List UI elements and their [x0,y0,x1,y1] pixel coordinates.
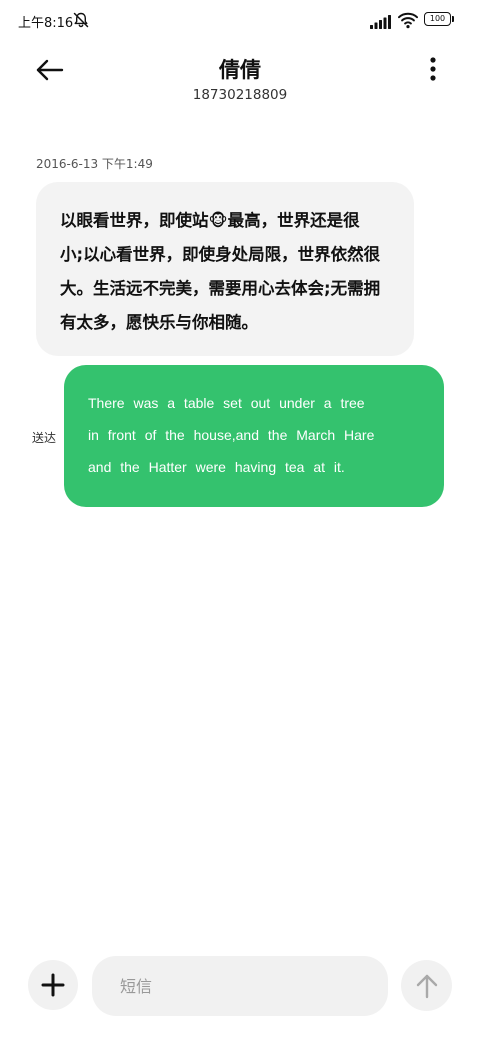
received-message-line: 小;以心看世界，即使身处局限，世界依然很 [60,245,381,264]
sent-message-line: in front of the house,and the March Hare [88,427,375,443]
contact-name: 倩倩 [219,58,261,82]
received-message-line: 有太多，愿快乐与你相随。 [60,313,258,332]
battery-tip [452,16,454,22]
sent-message-line: There was a table set out under a tree [88,395,365,411]
sent-message-bubble[interactable]: There was a table set out under a tree i… [64,365,444,507]
status-bar: 上午8:16 100 [0,0,480,40]
battery-icon: 100 [424,12,456,28]
received-message-bubble[interactable]: 以眼看世界，即使站🐵最高，世界还是很 小;以心看世界，即使身处局限，世界依然很 … [36,182,414,356]
mute-icon [72,11,90,29]
delivery-status: 送达 [32,431,57,445]
contact-phone-number: 18730218809 [192,87,288,103]
wifi-icon [398,11,418,29]
message-timestamp: 2016-6-13 下午1:49 [36,157,153,171]
send-button[interactable] [401,960,452,1011]
sent-message-line: and the Hatter were having tea at it. [88,459,345,475]
received-message-line: 以眼看世界，即使站🐵最高，世界还是很 [60,211,360,230]
message-input[interactable] [92,956,388,1016]
more-options-button[interactable] [418,52,448,86]
plus-icon [41,973,65,997]
add-attachment-button[interactable] [28,960,78,1010]
arrow-up-icon [416,974,437,998]
battery-level: 100 [424,12,451,26]
message-input-container[interactable] [92,956,388,1016]
received-message-line: 大。生活远不完美，需要用心去体会;无需拥 [60,279,381,298]
status-time: 上午8:16 [18,16,74,31]
signal-icon [370,14,392,29]
more-vertical-icon [430,57,436,81]
